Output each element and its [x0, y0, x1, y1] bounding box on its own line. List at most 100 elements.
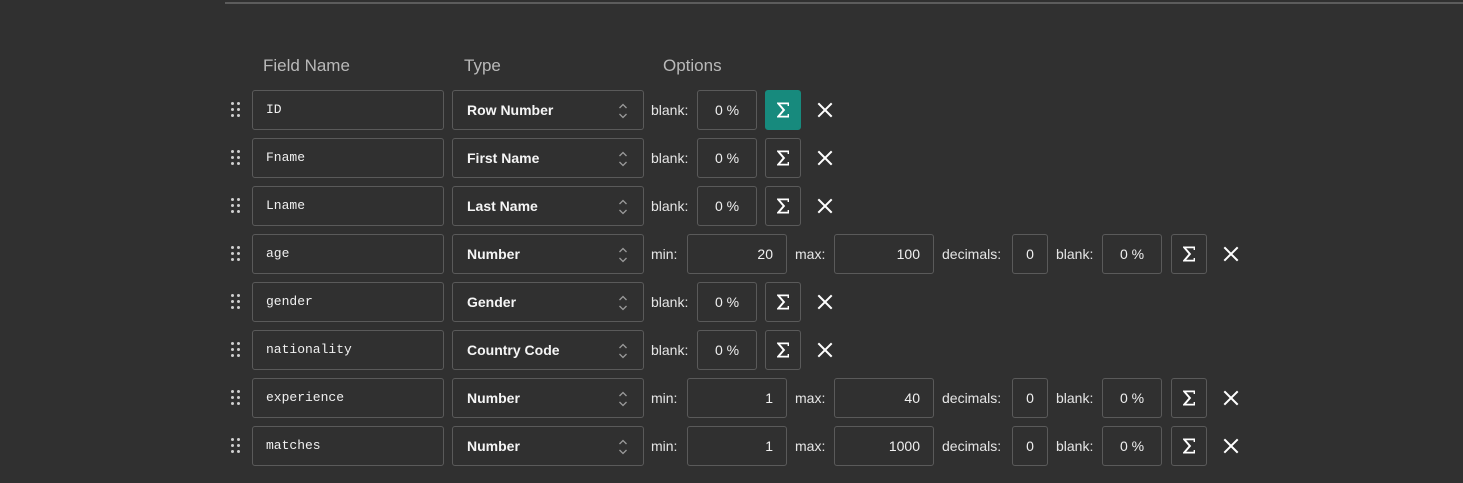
- decimals-input[interactable]: 0: [1012, 426, 1048, 466]
- decimals-label: decimals:: [942, 390, 1002, 406]
- header-options: Options: [663, 56, 722, 75]
- remove-field-button[interactable]: [1223, 438, 1239, 454]
- drag-handle-icon[interactable]: [231, 198, 241, 214]
- blank-label: blank:: [651, 294, 689, 310]
- remove-field-button[interactable]: [817, 150, 833, 166]
- field-type-select[interactable]: First Name: [452, 138, 644, 178]
- field-type-select[interactable]: Number: [452, 426, 644, 466]
- field-type-select[interactable]: Last Name: [452, 186, 644, 226]
- max-input[interactable]: 40: [834, 378, 934, 418]
- field-row: Lname Last Name blank: 0 %: [0, 186, 1463, 226]
- field-type-value: Number: [467, 390, 520, 406]
- blank-label: blank:: [651, 102, 689, 118]
- remove-field-button[interactable]: [817, 294, 833, 310]
- field-row: age Number min: 20 max: 100 decimals: 0 blank: 0 …: [0, 234, 1463, 274]
- sigma-formula-button[interactable]: [1171, 234, 1207, 274]
- field-type-value: Country Code: [467, 342, 560, 358]
- sigma-formula-button[interactable]: [765, 186, 801, 226]
- top-divider: [225, 2, 1463, 4]
- blank-label: blank:: [1056, 438, 1094, 454]
- field-name-input[interactable]: matches: [252, 426, 444, 466]
- field-row: matches Number min: 1 max: 1000 decimals: 0 blan…: [0, 426, 1463, 466]
- max-label: max:: [795, 246, 826, 262]
- remove-field-button[interactable]: [817, 342, 833, 358]
- field-name-input[interactable]: age: [252, 234, 444, 274]
- sigma-icon: [775, 149, 791, 167]
- field-type-value: Row Number: [467, 102, 554, 118]
- field-row: Fname First Name blank: 0 %: [0, 138, 1463, 178]
- field-type-value: Number: [467, 438, 520, 454]
- blank-percent-input[interactable]: 0 %: [697, 90, 757, 130]
- drag-handle-icon[interactable]: [231, 342, 241, 358]
- field-row: experience Number min: 1 max: 40 decimals: 0 bla…: [0, 378, 1463, 418]
- sigma-formula-button[interactable]: [765, 282, 801, 322]
- blank-percent-input[interactable]: 0 %: [1102, 426, 1162, 466]
- field-name-input[interactable]: ID: [252, 90, 444, 130]
- min-input[interactable]: 1: [687, 378, 787, 418]
- field-type-value: Last Name: [467, 198, 538, 214]
- blank-label: blank:: [1056, 246, 1094, 262]
- close-icon: [817, 294, 833, 314]
- min-label: min:: [651, 438, 678, 454]
- drag-handle-icon[interactable]: [231, 102, 241, 118]
- remove-field-button[interactable]: [1223, 390, 1239, 406]
- max-input[interactable]: 1000: [834, 426, 934, 466]
- sigma-icon: [775, 197, 791, 215]
- field-type-select[interactable]: Country Code: [452, 330, 644, 370]
- blank-percent-input[interactable]: 0 %: [697, 282, 757, 322]
- sigma-formula-button[interactable]: [765, 330, 801, 370]
- sigma-icon: [1181, 245, 1197, 263]
- field-name-input[interactable]: Fname: [252, 138, 444, 178]
- min-input[interactable]: 1: [687, 426, 787, 466]
- field-type-select[interactable]: Row Number: [452, 90, 644, 130]
- blank-percent-input[interactable]: 0 %: [697, 186, 757, 226]
- min-input[interactable]: 20: [687, 234, 787, 274]
- min-label: min:: [651, 246, 678, 262]
- drag-handle-icon[interactable]: [231, 150, 241, 166]
- drag-handle-icon[interactable]: [231, 390, 241, 406]
- max-input[interactable]: 100: [834, 234, 934, 274]
- field-type-select[interactable]: Number: [452, 234, 644, 274]
- field-name-input[interactable]: experience: [252, 378, 444, 418]
- sigma-icon: [775, 341, 791, 359]
- min-label: min:: [651, 390, 678, 406]
- close-icon: [817, 342, 833, 362]
- field-type-value: Number: [467, 246, 520, 262]
- field-type-select[interactable]: Gender: [452, 282, 644, 322]
- blank-percent-input[interactable]: 0 %: [1102, 378, 1162, 418]
- close-icon: [1223, 390, 1239, 410]
- close-icon: [1223, 438, 1239, 458]
- sigma-formula-button[interactable]: [1171, 426, 1207, 466]
- remove-field-button[interactable]: [817, 198, 833, 214]
- sigma-formula-button[interactable]: [1171, 378, 1207, 418]
- remove-field-button[interactable]: [817, 102, 833, 118]
- remove-field-button[interactable]: [1223, 246, 1239, 262]
- header-type: Type: [464, 56, 501, 75]
- field-row: ID Row Number blank: 0 %: [0, 90, 1463, 130]
- sigma-icon: [1181, 389, 1197, 407]
- drag-handle-icon[interactable]: [231, 246, 241, 262]
- field-name-input[interactable]: gender: [252, 282, 444, 322]
- drag-handle-icon[interactable]: [231, 438, 241, 454]
- blank-label: blank:: [651, 198, 689, 214]
- field-type-select[interactable]: Number: [452, 378, 644, 418]
- close-icon: [1223, 246, 1239, 266]
- decimals-input[interactable]: 0: [1012, 234, 1048, 274]
- drag-handle-icon[interactable]: [231, 294, 241, 310]
- blank-percent-input[interactable]: 0 %: [1102, 234, 1162, 274]
- sigma-formula-button[interactable]: [765, 138, 801, 178]
- close-icon: [817, 102, 833, 122]
- field-name-input[interactable]: Lname: [252, 186, 444, 226]
- decimals-input[interactable]: 0: [1012, 378, 1048, 418]
- field-row: gender Gender blank: 0 %: [0, 282, 1463, 322]
- max-label: max:: [795, 438, 826, 454]
- sigma-formula-button[interactable]: [765, 90, 801, 130]
- field-name-input[interactable]: nationality: [252, 330, 444, 370]
- blank-percent-input[interactable]: 0 %: [697, 330, 757, 370]
- field-row: nationality Country Code blank: 0 %: [0, 330, 1463, 370]
- close-icon: [817, 150, 833, 170]
- sigma-icon: [775, 293, 791, 311]
- blank-percent-input[interactable]: 0 %: [697, 138, 757, 178]
- blank-label: blank:: [651, 342, 689, 358]
- decimals-label: decimals:: [942, 246, 1002, 262]
